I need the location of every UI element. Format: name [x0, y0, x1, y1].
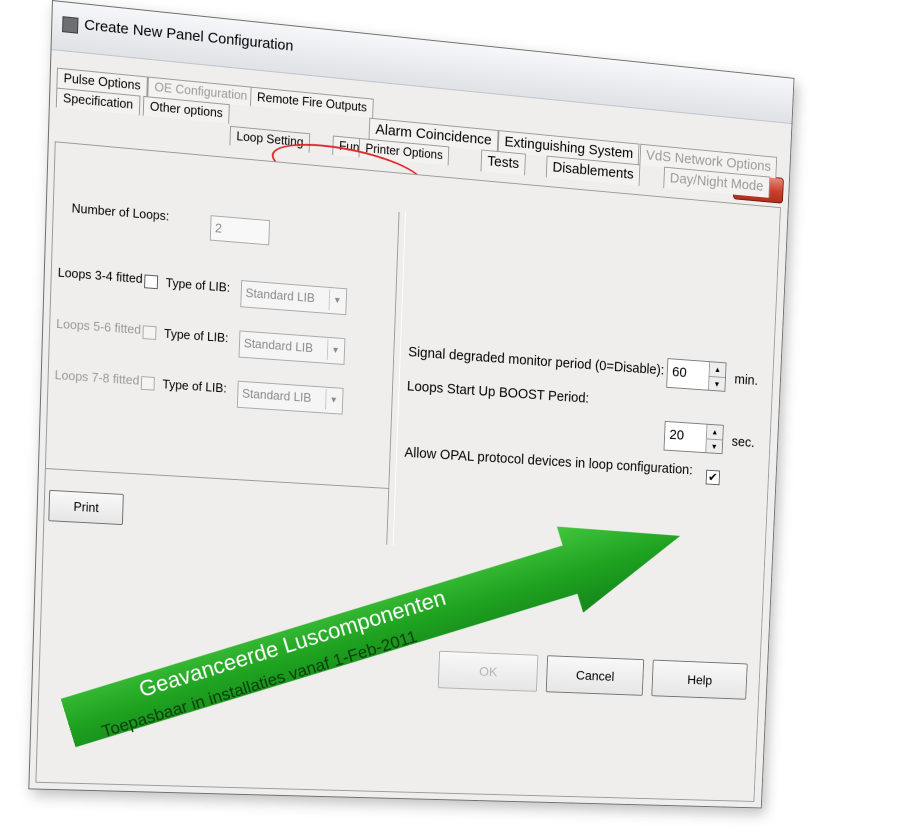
lib-type-select-2: Standard LIB ▼	[238, 330, 346, 365]
panel-separator	[45, 468, 389, 489]
lib-type-select-3: Standard LIB ▼	[236, 380, 344, 415]
lib-type-label-1: Type of LIB:	[165, 276, 231, 295]
loops-3-4-label: Loops 3-4 fitted	[57, 265, 143, 287]
lib-type-label-2: Type of LIB:	[163, 326, 229, 346]
opal-checkbox[interactable]: ✔	[705, 469, 721, 486]
number-of-loops-value: 2	[214, 220, 223, 236]
lib-type-label-3: Type of LIB:	[162, 377, 227, 396]
spin-down-icon[interactable]: ▼	[709, 377, 725, 392]
tab-remote-fire-outputs[interactable]: Remote Fire Outputs	[249, 86, 374, 119]
loops-3-4-checkbox[interactable]	[144, 274, 159, 290]
spinner-buttons[interactable]: ▲ ▼	[705, 424, 723, 454]
ok-button[interactable]: OK	[437, 650, 539, 692]
spin-down-icon[interactable]: ▼	[706, 439, 722, 454]
spin-up-icon[interactable]: ▲	[706, 424, 723, 441]
boost-value: 20	[669, 426, 685, 444]
loops-5-6-checkbox	[142, 325, 157, 340]
number-of-loops-label: Number of Loops:	[71, 201, 170, 224]
cancel-button[interactable]: Cancel	[545, 655, 645, 696]
window-title: Create New Panel Configuration	[83, 16, 294, 55]
chevron-down-icon: ▼	[324, 388, 342, 411]
boost-label: Loops Start Up BOOST Period:	[406, 378, 590, 407]
panel-divider	[386, 211, 407, 546]
lib-type-value-1: Standard LIB	[245, 286, 316, 306]
chevron-down-icon: ▼	[326, 338, 344, 362]
print-button[interactable]: Print	[48, 489, 124, 526]
loops-7-8-label: Loops 7-8 fitted	[54, 368, 140, 388]
tab-tests[interactable]: Tests	[480, 149, 526, 176]
chevron-down-icon: ▼	[328, 288, 346, 312]
signal-degraded-unit: min.	[734, 372, 759, 389]
signal-degraded-value: 60	[671, 364, 688, 381]
spin-up-icon[interactable]: ▲	[709, 362, 726, 379]
lib-type-select-1: Standard LIB ▼	[240, 280, 348, 316]
opal-label: Allow OPAL protocol devices in loop conf…	[404, 445, 694, 479]
loops-5-6-label: Loops 5-6 fitted	[56, 317, 142, 337]
lib-type-value-2: Standard LIB	[243, 336, 314, 356]
signal-degraded-label: Signal degraded monitor period (0=Disabl…	[407, 344, 665, 379]
boost-unit: sec.	[731, 434, 755, 451]
number-of-loops-field: 2	[209, 215, 271, 246]
signal-degraded-spinner[interactable]: 60 ▲ ▼	[666, 358, 727, 392]
app-icon	[62, 16, 79, 34]
help-button[interactable]: Help	[651, 659, 748, 700]
loops-7-8-checkbox	[140, 376, 155, 391]
lib-type-value-3: Standard LIB	[241, 386, 312, 405]
boost-spinner[interactable]: 20 ▲ ▼	[663, 420, 724, 455]
spinner-buttons[interactable]: ▲ ▼	[708, 362, 726, 391]
